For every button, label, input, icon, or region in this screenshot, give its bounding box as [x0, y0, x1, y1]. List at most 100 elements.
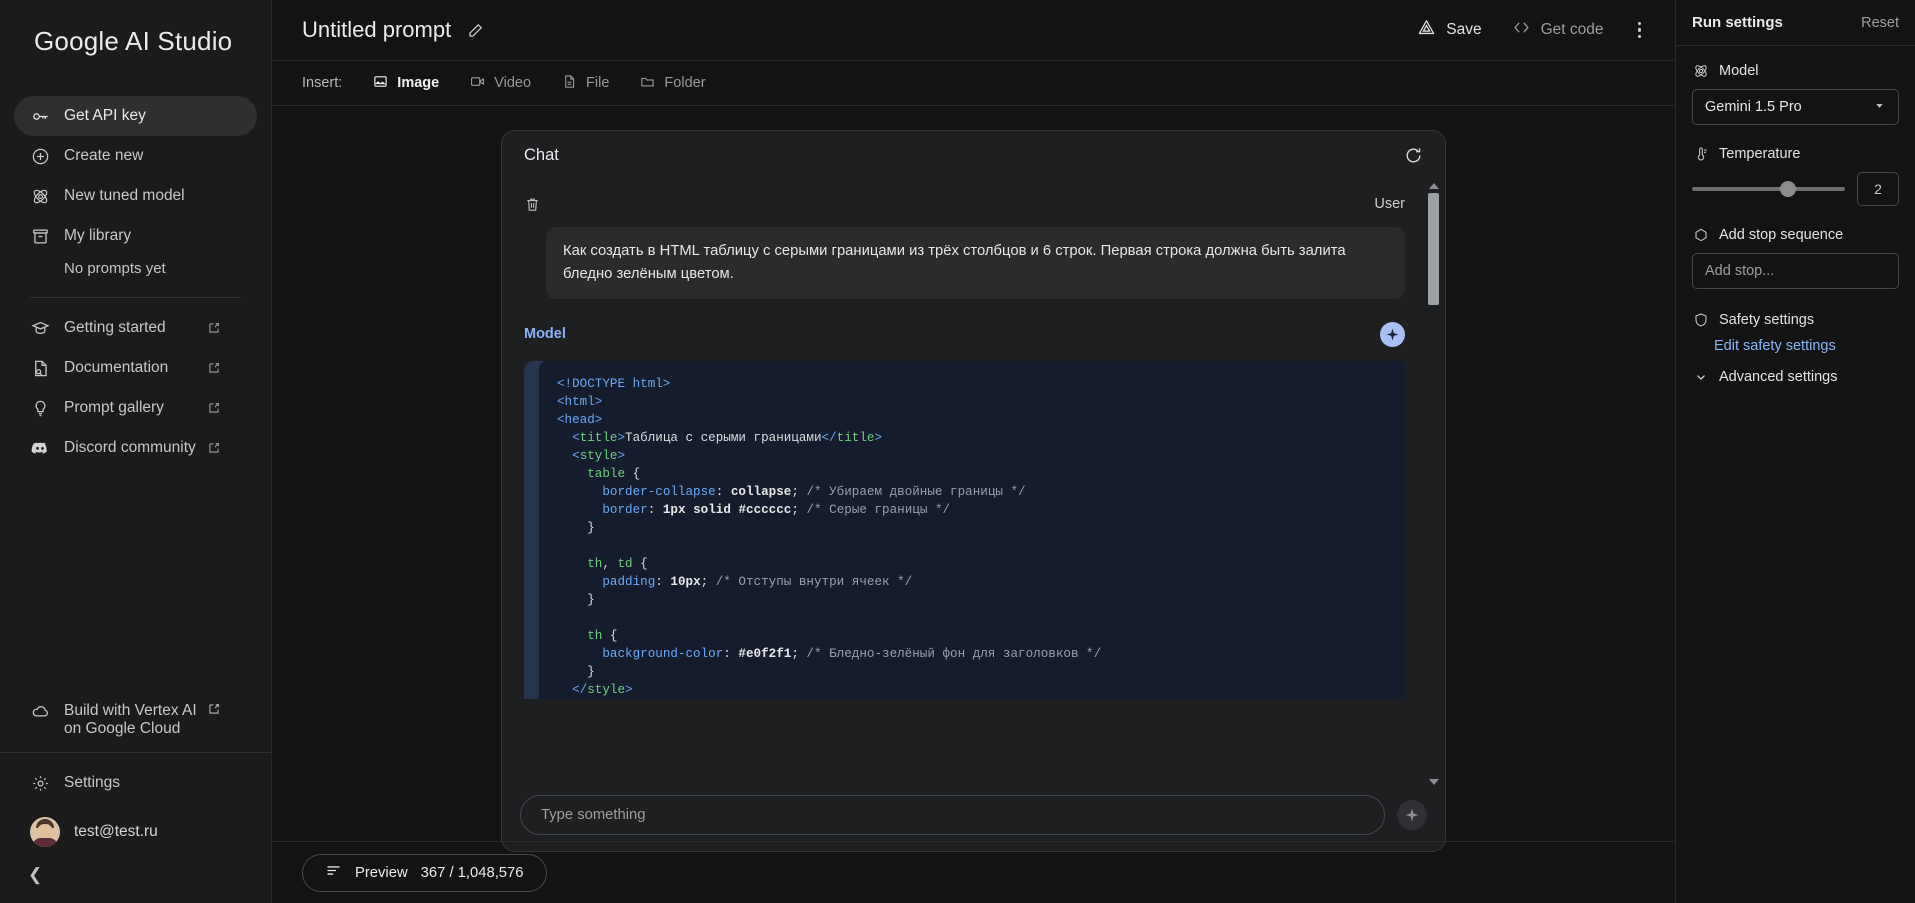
code-line: <!DOCTYPE html> — [557, 377, 671, 391]
edit-safety-settings-link[interactable]: Edit safety settings — [1714, 338, 1899, 354]
chevron-down-icon — [1692, 368, 1709, 385]
run-settings-body: Model Gemini 1.5 Pro Temperature 2 Add s… — [1676, 46, 1915, 385]
model-select-value: Gemini 1.5 Pro — [1705, 99, 1802, 115]
sidebar-item-documentation[interactable]: Documentation — [14, 348, 257, 388]
save-label: Save — [1446, 21, 1482, 38]
code-line: } — [587, 521, 595, 535]
stop-sequence-label: Add stop sequence — [1719, 226, 1844, 243]
user-message-bubble[interactable]: Как создать в HTML таблицу с серыми гран… — [546, 227, 1405, 299]
code-line: background-color: #e0f2f1; /* Бледно-зел… — [602, 647, 1102, 661]
account-row[interactable]: test@test.ru — [0, 803, 271, 861]
code-block[interactable]: <!DOCTYPE html> <html> <head> <title>Табли… — [539, 361, 1405, 699]
insert-file-button[interactable]: File — [550, 69, 621, 98]
library-icon — [30, 226, 50, 246]
add-stop-placeholder: Add stop... — [1705, 263, 1775, 279]
collapse-sidebar-button[interactable]: ❮ — [0, 861, 271, 903]
code-line: <style> — [572, 449, 626, 463]
sidebar-item-label: Discord community — [64, 439, 196, 456]
cloud-icon — [30, 701, 50, 721]
insert-folder-button[interactable]: Folder — [628, 69, 717, 98]
scrollbar-thumb[interactable] — [1428, 193, 1439, 305]
trash-icon[interactable] — [524, 196, 541, 213]
code-line: padding: 10px; /* Отступы внутри ячеек *… — [602, 575, 913, 589]
slider-thumb[interactable] — [1780, 181, 1796, 197]
account-email: test@test.ru — [74, 823, 158, 840]
pencil-icon[interactable] — [467, 21, 485, 39]
key-icon — [30, 106, 50, 126]
get-code-label: Get code — [1540, 21, 1604, 38]
model-turn-header: Model — [524, 317, 1405, 351]
code-line: table { — [587, 467, 641, 481]
sidebar-item-label: Get API key — [64, 107, 146, 124]
sidebar-item-get-api-key[interactable]: Get API key — [14, 96, 257, 136]
insert-item-label: File — [586, 75, 610, 91]
chat-header: Chat — [502, 131, 1445, 179]
chat-scroll-region: User Как создать в HTML таблицу с серыми… — [502, 179, 1445, 789]
slider-track — [1692, 187, 1845, 191]
file-icon — [562, 74, 577, 93]
model-label: Model — [1719, 62, 1759, 79]
gear-icon — [30, 773, 50, 793]
sidebar-item-my-library[interactable]: My library — [14, 216, 257, 256]
code-brackets-icon — [1512, 18, 1531, 42]
sidebar-item-prompt-gallery[interactable]: Prompt gallery — [14, 388, 257, 428]
bottom-bar: Preview 367 / 1,048,576 — [272, 841, 1675, 903]
add-stop-input[interactable]: Add stop... — [1692, 253, 1899, 289]
left-sidebar: Google AI Studio Get API key Create new — [0, 0, 272, 903]
get-code-button[interactable]: Get code — [1512, 18, 1604, 42]
model-select[interactable]: Gemini 1.5 Pro — [1692, 89, 1899, 125]
insert-label: Insert: — [302, 75, 343, 91]
sidebar-item-discord-community[interactable]: Discord community — [14, 428, 257, 468]
insert-video-button[interactable]: Video — [458, 69, 543, 98]
user-role-label: User — [1374, 196, 1405, 212]
code-line: <head> — [557, 413, 603, 427]
insert-bar: Insert: Image Video File Folder — [272, 60, 1675, 106]
folder-icon — [640, 74, 655, 93]
code-line: th { — [587, 629, 618, 643]
temperature-value[interactable]: 2 — [1857, 172, 1899, 206]
chevron-down-icon — [1873, 99, 1886, 116]
preview-button[interactable]: Preview 367 / 1,048,576 — [302, 853, 547, 892]
insert-item-label: Video — [494, 75, 532, 91]
video-icon — [470, 74, 485, 93]
refresh-icon[interactable] — [1404, 146, 1423, 165]
sparkle-icon[interactable] — [1380, 321, 1405, 347]
sidebar-item-getting-started[interactable]: Getting started — [14, 308, 257, 348]
top-bar: Untitled prompt Save Get code — [272, 0, 1675, 60]
chat-scrollbar[interactable] — [1428, 183, 1439, 785]
hexagon-icon — [1692, 226, 1709, 243]
stop-sequence-label-row: Add stop sequence — [1692, 226, 1899, 243]
run-settings-panel: Run settings Reset Model Gemini 1.5 Pro — [1675, 0, 1915, 903]
kebab-menu-icon[interactable] — [1634, 18, 1646, 43]
sidebar-item-new-tuned-model[interactable]: New tuned model — [14, 176, 257, 216]
scroll-down-arrow-icon[interactable] — [1428, 779, 1439, 785]
sidebar-item-vertex-ai[interactable]: Build with Vertex AI on Google Cloud — [14, 701, 257, 738]
sidebar-item-settings[interactable]: Settings — [14, 763, 257, 803]
workspace: Chat User Как создать в HTML таблицу с с… — [272, 106, 1675, 852]
code-line: </style> — [572, 683, 633, 697]
external-link-icon — [207, 321, 221, 335]
sidebar-nav: Get API key Create new New tuned model M… — [0, 78, 271, 468]
chat-messages: User Как создать в HTML таблицу с серыми… — [502, 179, 1445, 699]
user-turn-header: User — [524, 187, 1405, 221]
save-button[interactable]: Save — [1417, 18, 1482, 42]
sparkle-send-icon[interactable] — [1397, 800, 1427, 830]
sidebar-divider — [30, 297, 241, 298]
sidebar-item-create-new[interactable]: Create new — [14, 136, 257, 176]
sidebar-item-label: Settings — [64, 774, 121, 791]
sidebar-item-label: Build with Vertex AI on Google Cloud — [64, 702, 197, 737]
chat-input[interactable] — [520, 795, 1385, 835]
discord-icon — [30, 438, 50, 458]
reset-button[interactable]: Reset — [1861, 15, 1899, 31]
insert-image-button[interactable]: Image — [361, 69, 451, 98]
scrollbar-track[interactable] — [1428, 193, 1439, 775]
graduation-cap-icon — [30, 318, 50, 338]
sidebar-item-label: My library — [64, 227, 132, 244]
advanced-settings-toggle[interactable]: Advanced settings — [1692, 368, 1899, 385]
model-role-label: Model — [524, 326, 566, 342]
temperature-slider[interactable] — [1692, 178, 1845, 200]
chat-title: Chat — [524, 145, 559, 164]
scroll-up-arrow-icon[interactable] — [1428, 183, 1439, 189]
